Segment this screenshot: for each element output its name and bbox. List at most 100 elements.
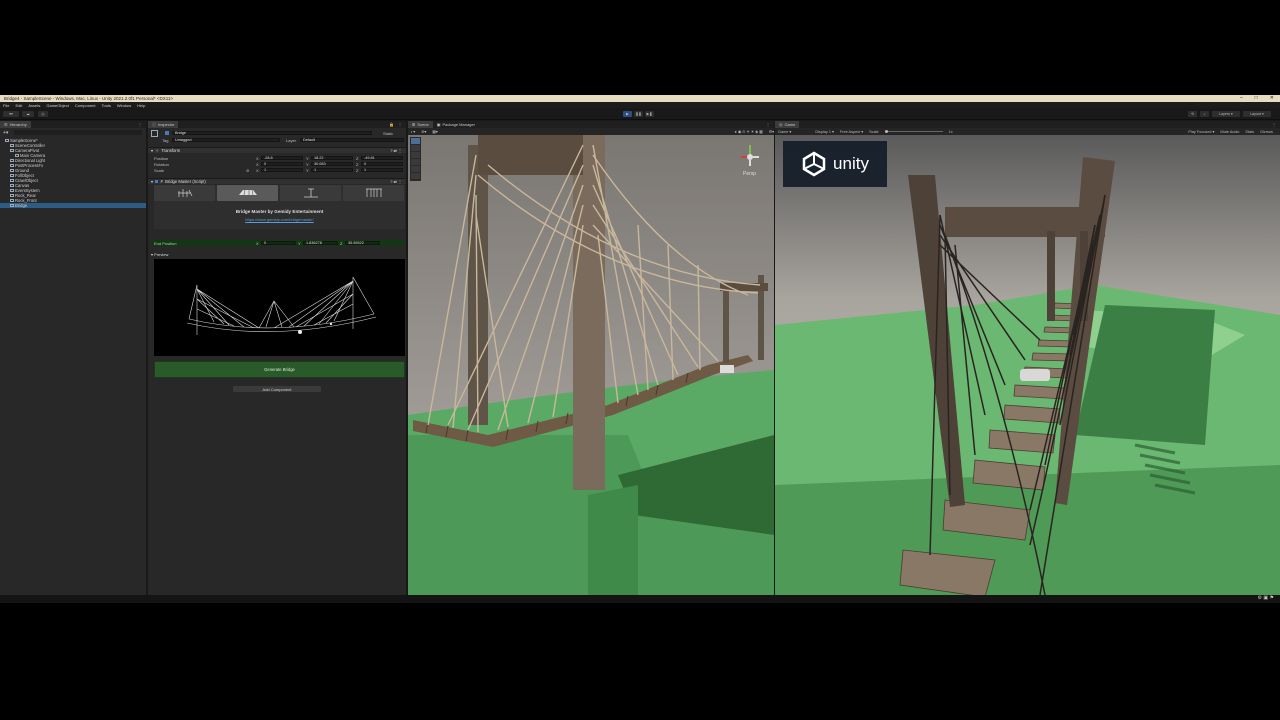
add-component-button[interactable]: Add Component xyxy=(233,386,321,392)
mute-audio-toggle[interactable]: Mute Audio xyxy=(1220,130,1239,134)
gizmos-toggle[interactable]: Gizmos xyxy=(1260,130,1273,134)
scale-tool-icon[interactable] xyxy=(411,159,420,165)
stats-toggle[interactable]: Stats xyxy=(1245,130,1254,134)
gameobject-icon xyxy=(10,188,14,193)
render-options-icon[interactable]: ● ◉ ⊙ ✦ ☀ ◈ ▦ xyxy=(734,129,762,134)
close-icon[interactable]: ✕ xyxy=(1270,95,1274,101)
scale-z-field[interactable]: 1 xyxy=(361,167,403,172)
hierarchy-search-input[interactable] xyxy=(14,130,142,135)
step-button[interactable]: ▶❚ xyxy=(645,111,654,117)
menu-item-window[interactable]: Window xyxy=(117,103,131,108)
object-name-field[interactable]: Bridge xyxy=(172,130,372,135)
position-x-field[interactable]: -28.8 xyxy=(261,155,303,160)
generate-bridge-button[interactable]: Generate Bridge xyxy=(154,361,405,378)
grid-icon[interactable]: ▦▾ xyxy=(432,129,438,134)
tab-package-manager[interactable]: ▣ Package Manager xyxy=(433,121,479,128)
tab-game[interactable]: ◎ Game xyxy=(775,121,800,128)
bridge-master-body: Bridge Master by Gemidy Entertainment ht… xyxy=(154,185,405,229)
collab-icon[interactable]: ◎ xyxy=(38,111,48,117)
layer-value: Default xyxy=(303,137,316,142)
hierarchy-item[interactable]: Bridge xyxy=(0,203,146,208)
cloud-icon[interactable]: ☁ xyxy=(22,111,34,117)
status-icons[interactable]: ⚙ ▣ ⚑ xyxy=(1258,595,1274,601)
link-scale-icon[interactable]: ⊘ xyxy=(246,168,249,173)
bridge-master-header[interactable]: ▾ # Bridge Master (Script) ? ⇄ ⋮ xyxy=(148,178,406,184)
history-icon[interactable]: ⟲ xyxy=(1188,111,1197,117)
lock-icon[interactable]: 🔒 xyxy=(389,122,394,127)
website-link[interactable]: https://www.gemidy.com/bridgemaster/ xyxy=(154,217,405,222)
menu-item-help[interactable]: Help xyxy=(137,103,145,108)
layout-dropdown[interactable]: Layout ▾ xyxy=(1243,111,1271,117)
hierarchy-panel: ☰ Hierarchy ⋮ +▾ SampleScene* SceneContro… xyxy=(0,121,146,603)
end-position-z-field[interactable]: 35.55522 xyxy=(345,240,380,245)
game-mode-dropdown[interactable]: Game ▾ xyxy=(778,129,791,134)
transform-header[interactable]: ▾ ⊹ Transform ? ⇄ ⋮ xyxy=(148,147,406,153)
menu-item-assets[interactable]: Assets xyxy=(28,103,40,108)
component-menu-icon[interactable]: ? ⇄ ⋮ xyxy=(390,179,402,184)
pause-button[interactable]: ❚❚ xyxy=(634,111,643,117)
hierarchy-header: ☰ Hierarchy ⋮ xyxy=(0,121,146,128)
menu-item-gameobject[interactable]: GameObject xyxy=(46,103,68,108)
active-checkbox[interactable] xyxy=(165,131,169,135)
rotation-x-field[interactable]: 0 xyxy=(261,161,303,166)
minimize-icon[interactable]: – xyxy=(1240,95,1243,101)
tab-hierarchy[interactable]: ☰ Hierarchy xyxy=(0,121,31,128)
rotate-tool-icon[interactable] xyxy=(411,152,420,158)
gameobject-icon xyxy=(10,203,14,208)
inspector-tab-label: Inspector xyxy=(158,122,175,127)
scale-slider[interactable] xyxy=(884,129,943,133)
more-icon[interactable]: ⋮ xyxy=(1272,122,1276,127)
rotation-z-field[interactable]: 0 xyxy=(361,161,403,166)
game-render xyxy=(775,135,1280,603)
tab-scene[interactable]: ⊞ Scene xyxy=(408,121,433,128)
scene-viewport[interactable]: Persp xyxy=(408,135,774,603)
more-icon[interactable]: ⋮ xyxy=(398,122,402,127)
position-z-field[interactable]: -49.81 xyxy=(361,155,403,160)
game-viewport[interactable]: unity xyxy=(775,135,1280,603)
scale-x-field[interactable]: 1 xyxy=(261,167,303,172)
more-icon[interactable]: ⋮ xyxy=(138,122,142,127)
gizmos-icon[interactable]: ⚙▾ xyxy=(769,129,774,134)
pivot-icon[interactable]: ⊕▾ xyxy=(421,129,426,134)
menu-item-edit[interactable]: Edit xyxy=(15,103,22,108)
add-icon[interactable]: +▾ xyxy=(3,130,8,136)
unity-logo-icon xyxy=(802,151,826,177)
play-button[interactable]: ▶ xyxy=(623,111,632,117)
persp-label[interactable]: Persp xyxy=(743,171,756,177)
hand-tool-icon[interactable] xyxy=(411,138,420,144)
play-focused-dropdown[interactable]: Play Focused ▾ xyxy=(1188,129,1214,134)
rope-tool-button[interactable] xyxy=(343,185,404,201)
transform-tool-icon[interactable] xyxy=(411,173,420,179)
layers-dropdown[interactable]: Layers ▾ xyxy=(1212,111,1240,117)
move-tool-icon[interactable] xyxy=(411,145,420,151)
preview-label: ▾ Preview xyxy=(151,252,169,257)
axis-label-y: Y xyxy=(306,162,309,167)
draw-mode-icon[interactable]: ◐▾ xyxy=(411,129,415,134)
menu-item-component[interactable]: Component xyxy=(75,103,96,108)
display-value: Display 1 xyxy=(815,130,831,134)
more-icon[interactable]: ⋮ xyxy=(766,122,770,127)
tab-inspector[interactable]: ⓘ Inspector xyxy=(148,121,179,128)
plank-tool-button[interactable] xyxy=(217,185,278,201)
search-icon[interactable]: ⌕ xyxy=(1200,111,1209,117)
aspect-dropdown[interactable]: Free Aspect ▾ xyxy=(840,129,863,134)
component-menu-icon[interactable]: ? ⇄ ⋮ xyxy=(390,148,402,153)
tag-dropdown[interactable]: Untagged xyxy=(172,137,280,142)
position-y-field[interactable]: 18.22 xyxy=(311,155,353,160)
scene-tab-label: Scene xyxy=(417,122,429,127)
maximize-icon[interactable]: □ xyxy=(1255,95,1258,101)
menu-item-file[interactable]: File xyxy=(3,103,9,108)
end-position-x-field[interactable]: 0 xyxy=(261,240,296,245)
scale-y-field[interactable]: 1 xyxy=(311,167,353,172)
node-tool-button[interactable] xyxy=(154,185,215,201)
scale-slider-thumb[interactable] xyxy=(884,129,888,133)
menu-item-tools[interactable]: Tools xyxy=(102,103,111,108)
rotation-y-field[interactable]: 30.083 xyxy=(311,161,353,166)
end-position-y-field[interactable]: 1.836278 xyxy=(303,240,338,245)
axis-label-x: X xyxy=(256,241,259,246)
account-button[interactable]: ●▾ xyxy=(3,111,19,117)
rect-tool-icon[interactable] xyxy=(411,166,420,172)
layer-dropdown[interactable]: Default xyxy=(300,137,404,142)
pillar-tool-button[interactable] xyxy=(280,185,341,201)
display-dropdown[interactable]: Display 1 ▾ xyxy=(815,129,834,134)
